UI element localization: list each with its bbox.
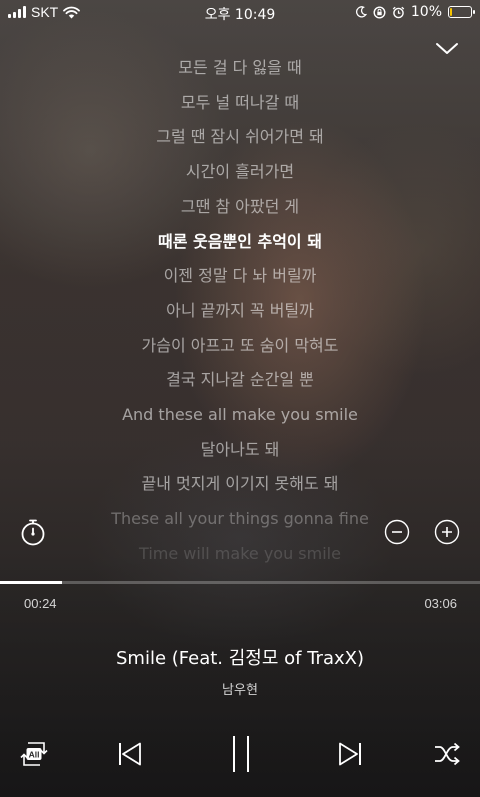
- player-screen: SKT 오후 10:49 10% 모든 걸 다 잃을 때 모두 널 떠나갈 때 …: [0, 0, 480, 797]
- lyric-line[interactable]: 결국 지나갈 순간일 뿐: [0, 363, 480, 397]
- shuffle-button[interactable]: [430, 734, 464, 774]
- repeat-button[interactable]: All: [18, 734, 50, 774]
- total-duration: 03:06: [424, 596, 457, 611]
- lyric-line[interactable]: And these all make you smile: [0, 398, 480, 432]
- repeat-mode-label: All: [29, 750, 40, 760]
- moon-icon: [355, 6, 367, 18]
- progress-fill: [0, 581, 63, 584]
- lyrics-zoom-in-button[interactable]: [434, 519, 460, 545]
- next-icon: [339, 742, 361, 766]
- lyric-line[interactable]: 가슴이 아프고 또 숨이 막혀도: [0, 329, 480, 363]
- lyric-line[interactable]: 이젠 정말 다 놔 버릴까: [0, 259, 480, 293]
- stopwatch-icon: [21, 519, 45, 546]
- lyric-line[interactable]: 아니 끝까지 꼭 버틸까: [0, 294, 480, 328]
- next-button[interactable]: [334, 734, 368, 774]
- battery-percent: 10%: [410, 4, 442, 20]
- repeat-all-icon: All: [20, 742, 48, 766]
- rotation-lock-icon: [373, 5, 386, 19]
- previous-button[interactable]: [112, 734, 146, 774]
- lyric-line[interactable]: 달아나도 돼: [0, 433, 480, 467]
- pause-button[interactable]: [224, 734, 258, 774]
- previous-icon: [119, 742, 141, 766]
- pause-icon: [233, 736, 249, 772]
- lyric-line[interactable]: 시간이 흘러가면: [0, 155, 480, 189]
- lyric-line[interactable]: 그럴 땐 잠시 쉬어가면 돼: [0, 120, 480, 154]
- battery-icon: [448, 6, 475, 18]
- alarm-icon: [392, 6, 405, 18]
- minus-circle-icon: [384, 519, 410, 545]
- lyric-line[interactable]: 그땐 참 아팠던 게: [0, 190, 480, 224]
- sleep-timer-button[interactable]: [20, 518, 46, 546]
- lyric-line[interactable]: 모든 걸 다 잃을 때: [0, 51, 480, 85]
- song-title: Smile (Feat. 김정모 of TraxX): [115, 648, 364, 669]
- status-right: 10%: [355, 4, 475, 20]
- plus-circle-icon: [434, 519, 460, 545]
- artist-name[interactable]: 남우현: [0, 679, 480, 698]
- lyric-line[interactable]: 모두 널 떠나갈 때: [0, 86, 480, 120]
- status-bar: SKT 오후 10:49 10%: [0, 0, 480, 26]
- shuffle-icon: [435, 742, 460, 766]
- lyric-line[interactable]: 끝내 멋지게 이기지 못해도 돼: [0, 467, 480, 501]
- elapsed-time: 00:24: [24, 596, 57, 611]
- progress-bar[interactable]: [0, 581, 480, 584]
- lyrics-zoom-out-button[interactable]: [384, 519, 410, 545]
- lyrics-panel[interactable]: 모든 걸 다 잃을 때 모두 널 떠나갈 때 그럴 땐 잠시 쉬어가면 돼 시간이 흘…: [0, 50, 480, 570]
- battery-level: [450, 8, 452, 16]
- lyric-line-current[interactable]: 때론 웃음뿐인 추억이 돼: [0, 225, 480, 259]
